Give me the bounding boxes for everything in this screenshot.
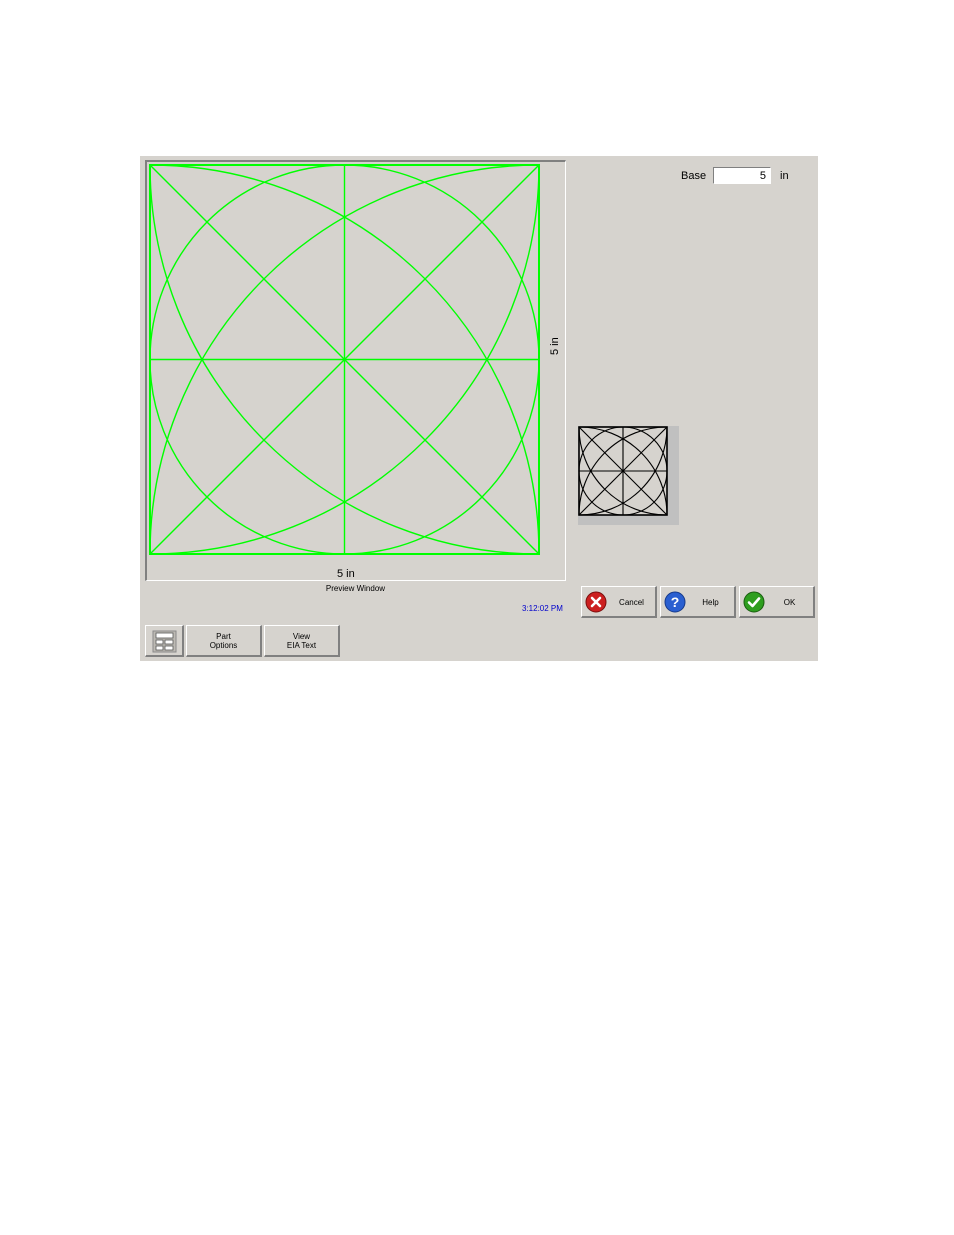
cancel-label: Cancel — [619, 597, 644, 607]
shape-wizard-window: 5 in 5 in Preview Window Base in 3:12:02… — [140, 156, 818, 661]
view-eia-text-button[interactable]: View EIA Text — [264, 625, 340, 657]
preview-caption: Preview Window — [325, 584, 386, 593]
ok-label: OK — [783, 597, 796, 607]
part-options-label: Part Options — [209, 632, 238, 650]
part-options-button[interactable]: Part Options — [186, 625, 262, 657]
ok-button[interactable]: OK — [739, 586, 815, 618]
help-icon: ? — [664, 591, 686, 613]
clock-time: 3:12:02 PM — [522, 604, 563, 613]
help-button[interactable]: ? Help — [660, 586, 736, 618]
width-dimension-label: 5 in — [337, 568, 355, 580]
shape-thumbnail — [578, 426, 679, 525]
view-eia-text-label: View EIA Text — [286, 632, 317, 650]
preview-drawing — [149, 164, 540, 555]
cancel-icon — [585, 591, 607, 613]
preview-window: 5 in 5 in — [145, 160, 566, 581]
help-label: Help — [702, 597, 719, 607]
units-toggle-icon — [152, 630, 177, 653]
base-input[interactable] — [713, 167, 771, 184]
flower-shape-thumbnail-icon — [578, 426, 668, 516]
ok-check-icon — [743, 591, 765, 613]
units-toggle-button[interactable] — [145, 625, 184, 657]
svg-text:?: ? — [671, 594, 680, 610]
base-label: Base — [681, 170, 707, 182]
height-dimension-label: 5 in — [549, 337, 561, 355]
base-unit-label: in — [780, 170, 789, 182]
cancel-button[interactable]: Cancel — [581, 586, 657, 618]
